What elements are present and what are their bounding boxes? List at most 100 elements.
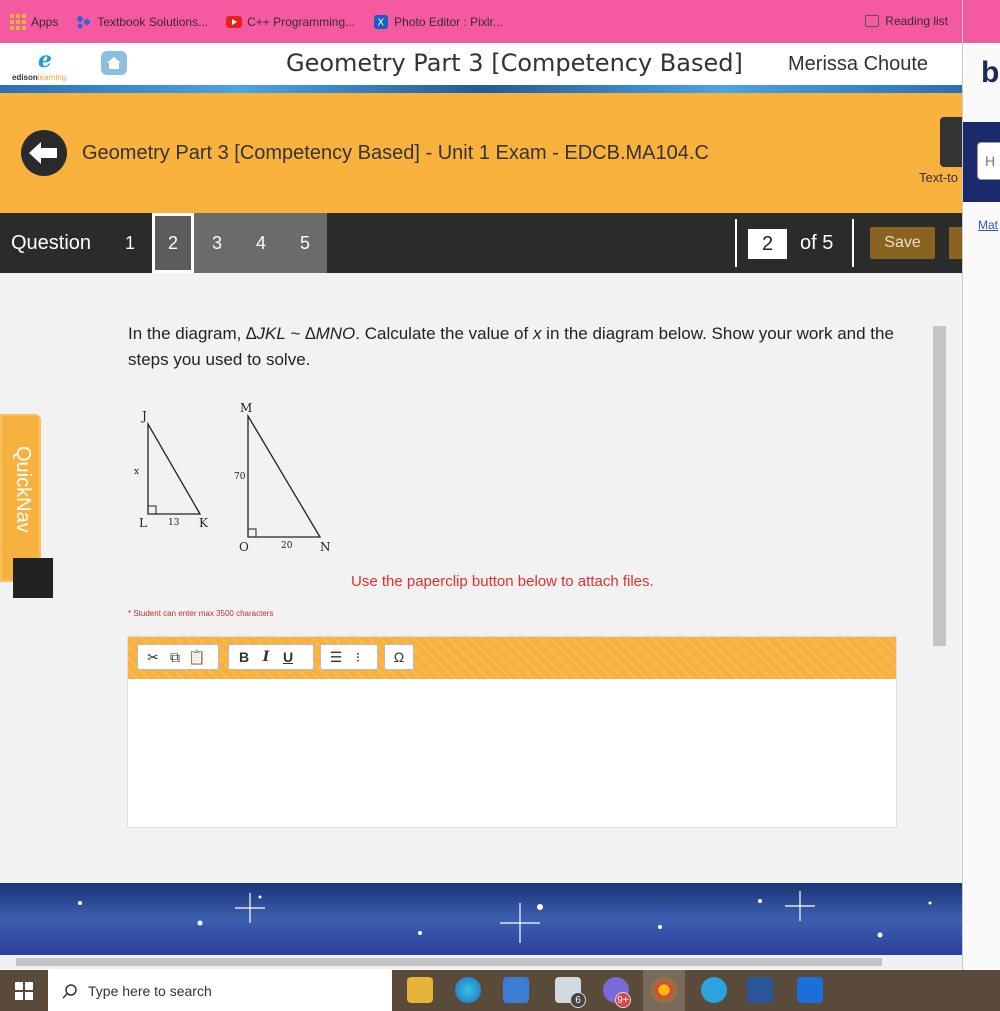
bookmarks-bar: Apps Textbook Solutions... C++ Programmi…: [0, 0, 962, 43]
decorative-strip: [0, 85, 962, 93]
cursor-arrow-icon: [13, 558, 53, 598]
reading-list-label: Reading list: [885, 14, 948, 28]
vertex-j-label: J: [140, 409, 147, 423]
pixlr-icon: X: [374, 14, 389, 29]
bookmark-label: C++ Programming...: [247, 14, 356, 29]
total-pages: 5: [822, 232, 834, 254]
bulleted-list-icon[interactable]: ⁝: [349, 648, 367, 666]
vertex-n-label: N: [320, 540, 331, 554]
bookmark-photo-editor[interactable]: X Photo Editor : Pixlr...: [373, 14, 503, 29]
vertex-k-label: K: [199, 516, 209, 530]
file-explorer-icon[interactable]: [407, 977, 433, 1003]
attach-files-note: Use the paperclip button below to attach…: [351, 573, 654, 590]
logo-text-accent: learning: [37, 73, 67, 82]
format-group: B I U: [228, 644, 314, 670]
italic-button[interactable]: I: [257, 648, 275, 666]
adjacent-search-input[interactable]: H: [977, 142, 1000, 180]
reading-list-button[interactable]: Reading list: [865, 14, 948, 28]
vertex-o-label: O: [239, 540, 249, 554]
discord-badge: 9+: [615, 992, 631, 1008]
underline-button[interactable]: U: [279, 648, 297, 666]
bookmark-label: Photo Editor : Pixlr...: [394, 14, 503, 29]
right-angle-marker: [148, 505, 157, 514]
windows-logo-icon: [15, 981, 33, 1000]
question-content: In the diagram, ∆JKL ~ ∆MNO. Calculate t…: [0, 273, 962, 883]
similar-triangles-diagram: J x L 13 K M 70 O 20 N: [134, 401, 331, 554]
page-total: of 5: [800, 232, 833, 255]
arrow-left-icon: [29, 142, 57, 164]
user-name[interactable]: Merissa Choute: [788, 53, 928, 76]
side-on-label: 20: [281, 541, 293, 551]
taskbar-search[interactable]: Type here to search: [48, 970, 392, 1011]
special-character-button[interactable]: Ω: [391, 648, 407, 666]
editor-toolbar: ✂ ⧉ 📋 B I U ☰ ⁝ Ω: [128, 637, 896, 679]
bold-button[interactable]: B: [235, 648, 253, 666]
vertical-scrollbar[interactable]: [931, 316, 947, 826]
text-to-speech-label: Text-to: [919, 170, 959, 185]
bookmark-label: Textbook Solutions...: [97, 14, 209, 29]
triangle-jkl-shape: [147, 421, 202, 515]
search-placeholder: Type here to search: [88, 982, 212, 999]
scrollbar-thumb[interactable]: [933, 326, 946, 646]
paste-icon[interactable]: 📋: [188, 648, 206, 666]
triangle-mno-shape: [247, 413, 322, 538]
store-icon[interactable]: [503, 977, 529, 1003]
media-player-icon[interactable]: [797, 977, 823, 1003]
vertex-l-label: L: [139, 516, 147, 530]
vertex-m-label: M: [240, 401, 252, 415]
of-label: of: [800, 232, 817, 254]
home-icon: [107, 57, 121, 69]
telegram-icon[interactable]: [701, 977, 727, 1003]
character-limit-note: * Student can enter max 3500 characters: [128, 609, 274, 618]
text-to-speech-button[interactable]: [940, 117, 962, 167]
question-number-2-current[interactable]: 2: [152, 213, 194, 273]
copy-icon[interactable]: ⧉: [166, 648, 184, 666]
question-number-4[interactable]: 4: [242, 213, 280, 273]
mail-badge: 6: [570, 992, 586, 1008]
submit-button[interactable]: [949, 227, 962, 259]
start-button[interactable]: [0, 970, 48, 1011]
bookmark-label: Apps: [31, 14, 59, 29]
page-number-input[interactable]: 2: [748, 229, 787, 259]
question-navigation: Question 1 2 3 4 5 2 of 5 Save: [0, 213, 962, 273]
cut-icon[interactable]: ✂: [144, 648, 162, 666]
answer-editor: ✂ ⧉ 📋 B I U ☰ ⁝ Ω: [127, 636, 897, 828]
logo-e-mark: e: [38, 47, 52, 73]
adjacent-link[interactable]: Mat: [978, 218, 998, 232]
bookmark-cpp-programming[interactable]: C++ Programming...: [226, 15, 355, 29]
question-number-1[interactable]: 1: [110, 213, 150, 273]
textbook-icon: [77, 15, 91, 28]
numbered-list-icon[interactable]: ☰: [327, 648, 345, 666]
divider: [735, 219, 737, 267]
clipboard-group: ✂ ⧉ 📋: [137, 644, 219, 670]
edison-learning-logo[interactable]: e edisonlearning: [12, 47, 92, 83]
exam-banner: Geometry Part 3 [Competency Based] - Uni…: [0, 93, 962, 213]
exam-title: Geometry Part 3 [Competency Based] - Uni…: [82, 142, 709, 164]
chrome-icon[interactable]: [651, 977, 677, 1003]
course-title: Geometry Part 3 [Competency Based]: [286, 49, 743, 77]
answer-textarea[interactable]: [128, 679, 896, 827]
question-number-5[interactable]: 5: [286, 213, 324, 273]
quicknav-tab[interactable]: QuickNav: [0, 414, 41, 582]
horizontal-scrollbar[interactable]: [0, 955, 962, 969]
triangle-mno: ∆MNO: [305, 324, 356, 343]
edge-icon[interactable]: [455, 977, 481, 1003]
bookmark-textbook-solutions[interactable]: Textbook Solutions...: [76, 15, 208, 29]
save-button[interactable]: Save: [870, 227, 935, 259]
windows-taskbar: Type here to search 6 9+: [0, 970, 1000, 1011]
adjacent-bookmark-bar: [963, 0, 1000, 43]
svg-text:X: X: [378, 17, 385, 28]
youtube-icon: [226, 15, 243, 28]
triangle-jkl: ∆JKL: [246, 324, 286, 343]
back-button[interactable]: [21, 130, 67, 176]
decorative-footer: [0, 883, 962, 955]
scrollbar-thumb[interactable]: [16, 958, 882, 966]
word-icon[interactable]: [747, 977, 773, 1003]
sparkle-stars-icon: [78, 891, 932, 943]
apps-grid-icon: [10, 13, 26, 30]
reading-list-icon: [865, 15, 880, 27]
home-button[interactable]: [101, 51, 127, 75]
bookmark-apps[interactable]: Apps: [10, 13, 59, 30]
divider: [852, 219, 854, 267]
question-number-3[interactable]: 3: [198, 213, 236, 273]
